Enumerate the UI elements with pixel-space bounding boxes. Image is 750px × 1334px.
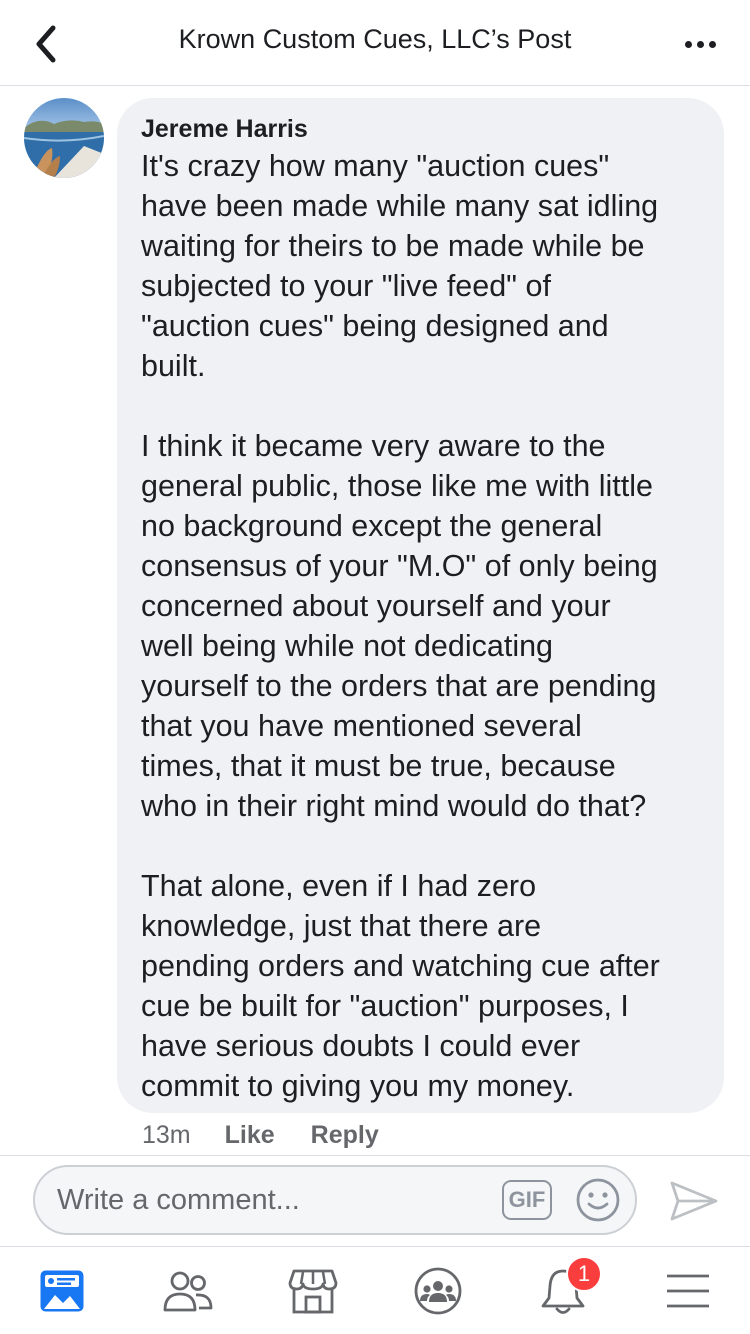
comment-line: knowledge, just that there are bbox=[141, 909, 542, 943]
app-root: Krown Custom Cues, LLC’s Post Jereme Har… bbox=[0, 0, 750, 1334]
more-options-button[interactable] bbox=[672, 22, 728, 66]
comment-line: cue be built for "auction" purposes, I bbox=[141, 989, 629, 1023]
tab-groups[interactable] bbox=[388, 1247, 488, 1334]
tab-menu[interactable] bbox=[638, 1247, 738, 1334]
reply-button[interactable]: Reply bbox=[311, 1121, 379, 1150]
comment-line: That alone, even if I had zero bbox=[141, 869, 537, 903]
comment-line: that you have mentioned several bbox=[141, 709, 582, 743]
comment-line: It's crazy how many "auction cues" bbox=[141, 149, 610, 183]
comment-timestamp: 13m bbox=[142, 1120, 191, 1149]
comment-author[interactable]: Jereme Harris bbox=[141, 114, 700, 144]
comment-line: have been made while many sat idling bbox=[141, 189, 659, 223]
comment-line: concerned about yourself and your bbox=[141, 589, 611, 623]
comment-line: yourself to the orders that are pending bbox=[141, 669, 657, 703]
tab-marketplace[interactable] bbox=[263, 1247, 363, 1334]
comment-line: commit to giving you my money. bbox=[141, 1069, 575, 1103]
comment-composer: GIF bbox=[33, 1165, 637, 1235]
comment-input[interactable] bbox=[57, 1177, 487, 1223]
comment-paragraph-2: I think it became very aware to the gene… bbox=[141, 426, 706, 826]
comment-line: no background except the general bbox=[141, 509, 603, 543]
page-title: Krown Custom Cues, LLC’s Post bbox=[178, 24, 572, 54]
comment-line: waiting for theirs to be made while be bbox=[141, 229, 645, 263]
news-feed-icon bbox=[40, 1270, 84, 1312]
comment-meta: 13m Like Reply bbox=[142, 1118, 415, 1152]
header-bar: Krown Custom Cues, LLC’s Post bbox=[0, 0, 750, 86]
divider bbox=[0, 1155, 750, 1156]
tab-news-feed[interactable] bbox=[12, 1247, 112, 1334]
more-dot bbox=[708, 40, 716, 48]
comment-line: I think it became very aware to the bbox=[141, 429, 606, 463]
comment-line: who in their right mind would do that? bbox=[141, 789, 647, 823]
marketplace-icon bbox=[288, 1269, 338, 1314]
smiley-icon bbox=[576, 1178, 620, 1222]
comment-line: times, that it must be true, because bbox=[141, 749, 616, 783]
comment-line: consensus of your "M.O" of only being bbox=[141, 549, 658, 583]
send-icon bbox=[670, 1181, 718, 1221]
notification-badge: 1 bbox=[566, 1256, 602, 1292]
avatar[interactable] bbox=[24, 98, 104, 178]
more-dot bbox=[696, 40, 704, 48]
comment-line: subjected to your "live feed" of bbox=[141, 269, 551, 303]
more-horizontal-icon bbox=[684, 40, 692, 48]
comment-paragraph-3: That alone, even if I had zero knowledge… bbox=[141, 866, 706, 1106]
comment-line: well being while not dedicating bbox=[141, 629, 554, 663]
comment-line: "auction cues" being designed and bbox=[141, 309, 609, 343]
comment-bubble: Jereme Harris It's crazy how many "aucti… bbox=[117, 98, 724, 1113]
tab-friends[interactable] bbox=[138, 1247, 238, 1334]
like-button[interactable]: Like bbox=[225, 1121, 275, 1150]
comment-paragraph-1: It's crazy how many "auction cues" have … bbox=[141, 146, 706, 386]
menu-icon bbox=[667, 1274, 709, 1308]
comment-line: built. bbox=[141, 349, 206, 383]
bottom-tab-bar bbox=[0, 1246, 750, 1334]
comment-line: have serious doubts I could ever bbox=[141, 1029, 581, 1063]
tab-notifications[interactable] bbox=[513, 1247, 613, 1334]
chevron-left-icon bbox=[36, 25, 56, 63]
avatar-photo bbox=[24, 98, 104, 178]
gif-button[interactable]: GIF bbox=[502, 1180, 552, 1220]
back-button[interactable] bbox=[22, 20, 70, 68]
comment-line: pending orders and watching cue after bbox=[141, 949, 660, 983]
send-button[interactable] bbox=[668, 1178, 720, 1224]
emoji-button[interactable] bbox=[575, 1177, 621, 1223]
comment-line: general public, those like me with littl… bbox=[141, 469, 653, 503]
groups-icon bbox=[414, 1267, 462, 1315]
friends-icon bbox=[163, 1271, 213, 1312]
